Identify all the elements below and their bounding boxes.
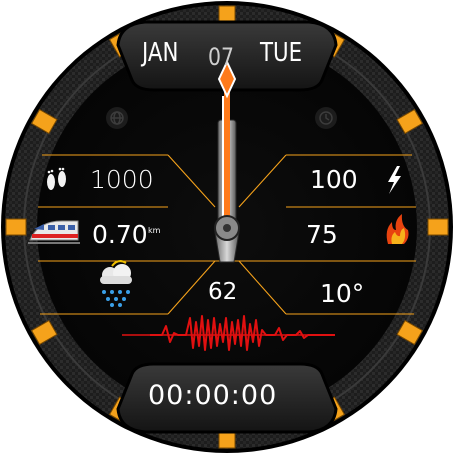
stopwatch-display[interactable]: 00:00:00 [148,382,277,409]
temperature-value: 10° [320,279,365,308]
bezel-marker [427,218,449,236]
battery-value: 100 [310,165,358,194]
distance-unit: km [148,226,161,235]
heart-rate-value: 62 [208,279,238,305]
day-of-month-label: 07 [208,43,234,71]
distance-value: 0.70 [92,220,148,249]
steps-value: 1000 [90,165,154,194]
calories-value: 75 [306,220,338,249]
bezel-marker [5,218,27,236]
weekday-label: TUE [260,38,303,68]
month-label: JAN [142,38,179,68]
